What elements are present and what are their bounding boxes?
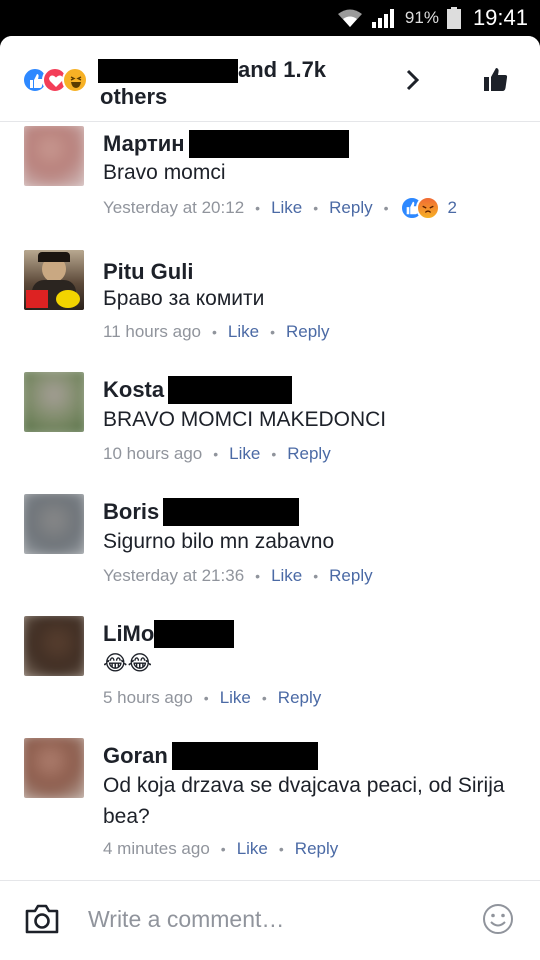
redacted-surname (154, 620, 235, 648)
comment-actions: 11 hours ago • Like • Reply (103, 322, 330, 342)
comment-item: Мартин Bravo momci Yesterday at 20:12 • … (0, 122, 540, 242)
redacted-name (98, 59, 238, 84)
reply-link[interactable]: Reply (287, 444, 330, 464)
avatar[interactable] (24, 250, 84, 310)
like-link[interactable]: Like (229, 444, 260, 464)
comment-actions: 4 minutes ago • Like • Reply (103, 839, 339, 859)
comment-timestamp: 4 minutes ago (103, 839, 210, 858)
reaction-count[interactable]: 2 (448, 198, 457, 218)
comment-timestamp: Yesterday at 20:12 (103, 198, 245, 217)
comment-actions: Yesterday at 21:36 • Like • Reply (103, 566, 373, 586)
reply-link[interactable]: Reply (286, 322, 329, 342)
redacted-surname (168, 376, 293, 404)
avatar[interactable] (24, 372, 84, 432)
comment-author[interactable]: Pitu Guli (103, 259, 193, 285)
angry-icon (415, 196, 440, 220)
comment-actions: 5 hours ago • Like • Reply (103, 688, 322, 708)
reactions-header: and 1.7k others (0, 36, 540, 122)
avatar[interactable] (24, 738, 84, 798)
comment-timestamp: 10 hours ago (103, 444, 203, 463)
battery-percent: 91% (404, 8, 439, 27)
avatar[interactable] (24, 494, 84, 554)
signal-icon (371, 9, 394, 28)
avatar[interactable] (24, 126, 84, 186)
comment-text: Sigurno bilo mn zabavno (103, 530, 335, 553)
reaction-summary[interactable] (22, 67, 102, 93)
reply-link[interactable]: Reply (329, 566, 372, 586)
redacted-surname (171, 742, 318, 770)
comment-reactions[interactable] (399, 196, 446, 220)
comment-item: Goran Od koja drzava se dvajcava peaci, … (0, 736, 540, 876)
comment-item: Kosta BRAVO MOMCI MAKEDONCI 10 hours ago… (0, 370, 540, 490)
reply-link[interactable]: Reply (329, 198, 372, 218)
like-link[interactable]: Like (220, 688, 251, 708)
comment-text: 😂😂 (103, 651, 153, 675)
comment-item: LiMo 😂😂 5 hours ago • Like • Reply (0, 614, 540, 734)
comment-item: Pitu Guli Браво за комити 11 hours ago •… (0, 248, 540, 368)
emoji-icon[interactable] (482, 903, 514, 935)
comment-text: Браво за комити (103, 287, 265, 310)
comment-author[interactable]: Kosta (103, 377, 164, 403)
reply-link[interactable]: Reply (295, 839, 338, 859)
like-thumb-icon[interactable] (482, 65, 510, 93)
comment-author[interactable]: Goran (103, 743, 168, 769)
comment-timestamp: Yesterday at 21:36 (103, 566, 245, 585)
comment-composer (0, 880, 540, 960)
redacted-surname (188, 130, 349, 158)
comments-sheet: and 1.7k others Мартин Bravo momci Yeste… (0, 36, 540, 960)
comment-author[interactable]: Мартин (103, 131, 185, 157)
comment-text: Od koja drzava se dvajcava peaci, od Sir… (103, 774, 505, 828)
comment-timestamp: 5 hours ago (103, 688, 193, 707)
like-link[interactable]: Like (271, 198, 302, 218)
clock: 19:41 (472, 5, 528, 30)
camera-icon[interactable] (24, 903, 60, 935)
reactors-summary-text[interactable]: and 1.7k others (98, 56, 360, 110)
wifi-icon (337, 9, 362, 27)
comment-item: Boris Sigurno bilo mn zabavno Yesterday … (0, 492, 540, 612)
avatar[interactable] (24, 616, 84, 676)
redacted-surname (163, 498, 300, 526)
comment-actions: Yesterday at 20:12 • Like • Reply • 2 (103, 196, 457, 220)
status-bar: 91% 19:41 (0, 0, 540, 36)
haha-icon (62, 67, 88, 93)
comment-actions: 10 hours ago • Like • Reply (103, 444, 331, 464)
chevron-right-icon[interactable] (405, 68, 421, 92)
comment-author[interactable]: LiMo (103, 621, 154, 647)
reply-link[interactable]: Reply (278, 688, 321, 708)
comment-text: BRAVO MOMCI MAKEDONCI (103, 408, 387, 431)
comment-text: Bravo momci (103, 161, 226, 184)
comment-input[interactable] (88, 899, 458, 939)
like-link[interactable]: Like (271, 566, 302, 586)
battery-icon (446, 7, 461, 29)
like-link[interactable]: Like (228, 322, 259, 342)
comment-author[interactable]: Boris (103, 499, 159, 525)
like-link[interactable]: Like (237, 839, 268, 859)
comment-timestamp: 11 hours ago (103, 322, 201, 341)
